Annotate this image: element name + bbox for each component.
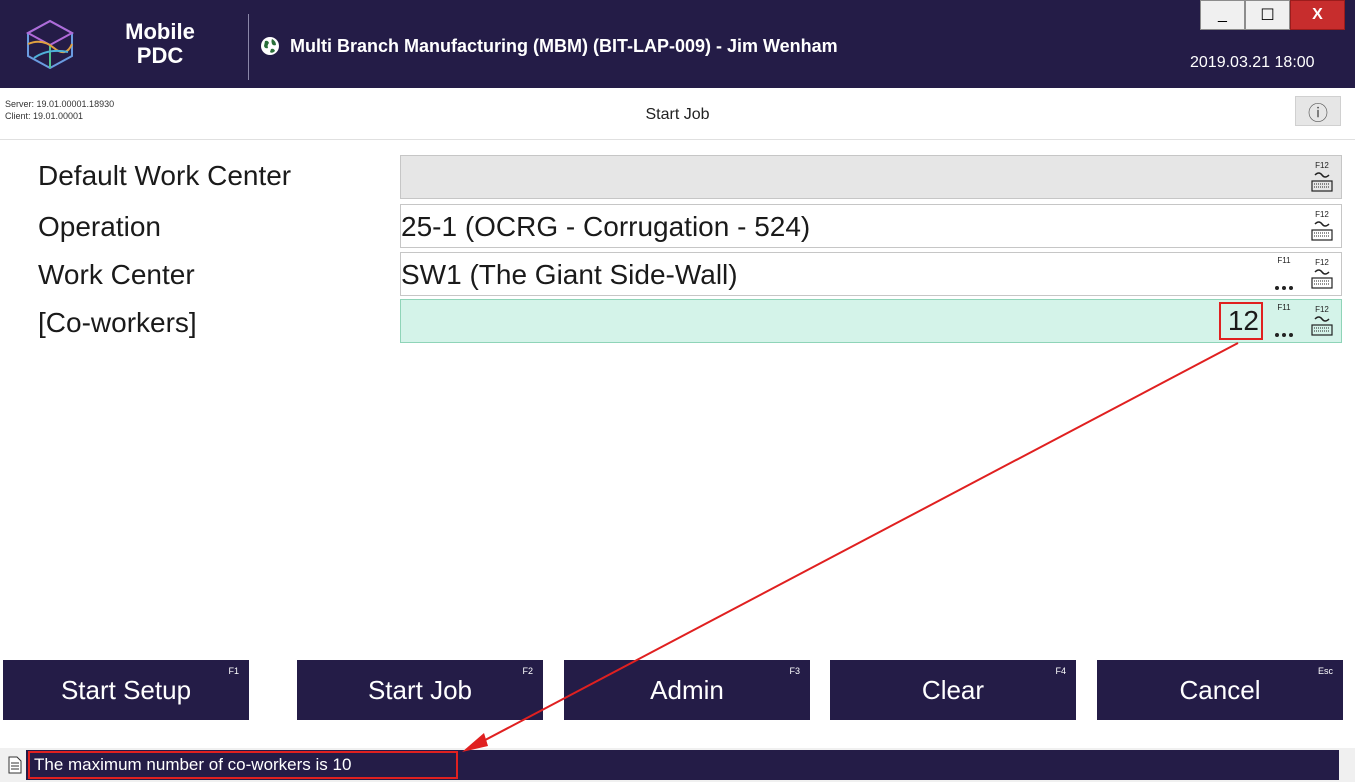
lookup-icon[interactable]: F11 (1271, 254, 1297, 294)
clear-label: Clear (921, 674, 985, 705)
window-controls: _ ☐ X (1200, 0, 1345, 30)
co-workers-label: [Co-workers] (38, 307, 197, 338)
work-center-value: SW1 (The Giant Side-Wall) (401, 259, 738, 290)
start-job-label: Start Job (367, 674, 473, 705)
screen-title: Start Job (645, 106, 710, 123)
admin-label: Admin (650, 674, 724, 705)
svg-text:F11: F11 (1277, 256, 1291, 265)
co-workers-count: 12 (1219, 302, 1263, 340)
work-center-field[interactable]: SW1 (The Giant Side-Wall) F11 F12 (400, 252, 1342, 296)
keyboard-icon[interactable]: F12 (1309, 159, 1335, 195)
close-button[interactable]: X (1290, 0, 1345, 30)
title-separator (248, 14, 249, 80)
admin-fkey: F3 (789, 666, 800, 676)
default-work-center-field[interactable]: F12 (400, 155, 1342, 199)
operation-label: Operation (38, 211, 161, 242)
title-bar: Mobile PDC Multi Branch Manufacturing (M… (0, 0, 1355, 88)
logo-line-1: Mobile (125, 19, 195, 44)
logo-line-2: PDC (136, 43, 184, 68)
svg-text:F12: F12 (1315, 210, 1329, 219)
status-message: The maximum number of co-workers is 10 (28, 751, 458, 779)
svg-text:F12: F12 (1315, 161, 1329, 170)
start-job-button[interactable]: Start Job F2 (297, 660, 543, 720)
datetime: 2019.03.21 18:00 (1190, 54, 1315, 71)
keyboard-icon[interactable]: F12 (1309, 256, 1335, 292)
keyboard-icon[interactable]: F12 (1309, 208, 1335, 244)
clear-fkey: F4 (1055, 666, 1066, 676)
cancel-button[interactable]: Cancel Esc (1097, 660, 1343, 720)
operation-value: 25-1 (OCRG - Corrugation - 524) (401, 211, 811, 242)
default-work-center-label: Default Work Center (38, 160, 292, 191)
globe-icon (261, 37, 279, 55)
info-icon: ⓘ (1308, 102, 1328, 125)
cancel-label: Cancel (1179, 674, 1261, 705)
minimize-button[interactable]: _ (1200, 0, 1245, 30)
start-setup-fkey: F1 (228, 666, 239, 676)
cancel-fkey: Esc (1317, 666, 1333, 676)
mobile-pdc-logo-icon (25, 19, 75, 70)
logo-text: Mobile PDC (110, 20, 210, 68)
info-button[interactable]: ⓘ (1295, 96, 1341, 126)
status-bar: The maximum number of co-workers is 10 (0, 748, 1355, 782)
keyboard-icon[interactable]: F12 (1309, 303, 1335, 339)
co-workers-field[interactable]: 12 F11 F12 (400, 299, 1342, 343)
app-title: Multi Branch Manufacturing (MBM) (BIT-LA… (290, 36, 838, 56)
start-setup-label: Start Setup (60, 674, 192, 705)
work-center-label: Work Center (38, 259, 195, 290)
start-setup-button[interactable]: Start Setup F1 (3, 660, 249, 720)
maximize-button[interactable]: ☐ (1245, 0, 1290, 30)
admin-button[interactable]: Admin F3 (564, 660, 810, 720)
lookup-icon[interactable]: F11 (1271, 301, 1297, 341)
start-job-fkey: F2 (522, 666, 533, 676)
document-icon[interactable] (8, 756, 22, 774)
svg-text:F12: F12 (1315, 305, 1329, 314)
sub-header: Server: 19.01.00001.18930 Client: 19.01.… (0, 88, 1355, 140)
svg-text:F12: F12 (1315, 258, 1329, 267)
svg-text:F11: F11 (1277, 303, 1291, 312)
operation-field[interactable]: 25-1 (OCRG - Corrugation - 524) F12 (400, 204, 1342, 248)
clear-button[interactable]: Clear F4 (830, 660, 1076, 720)
